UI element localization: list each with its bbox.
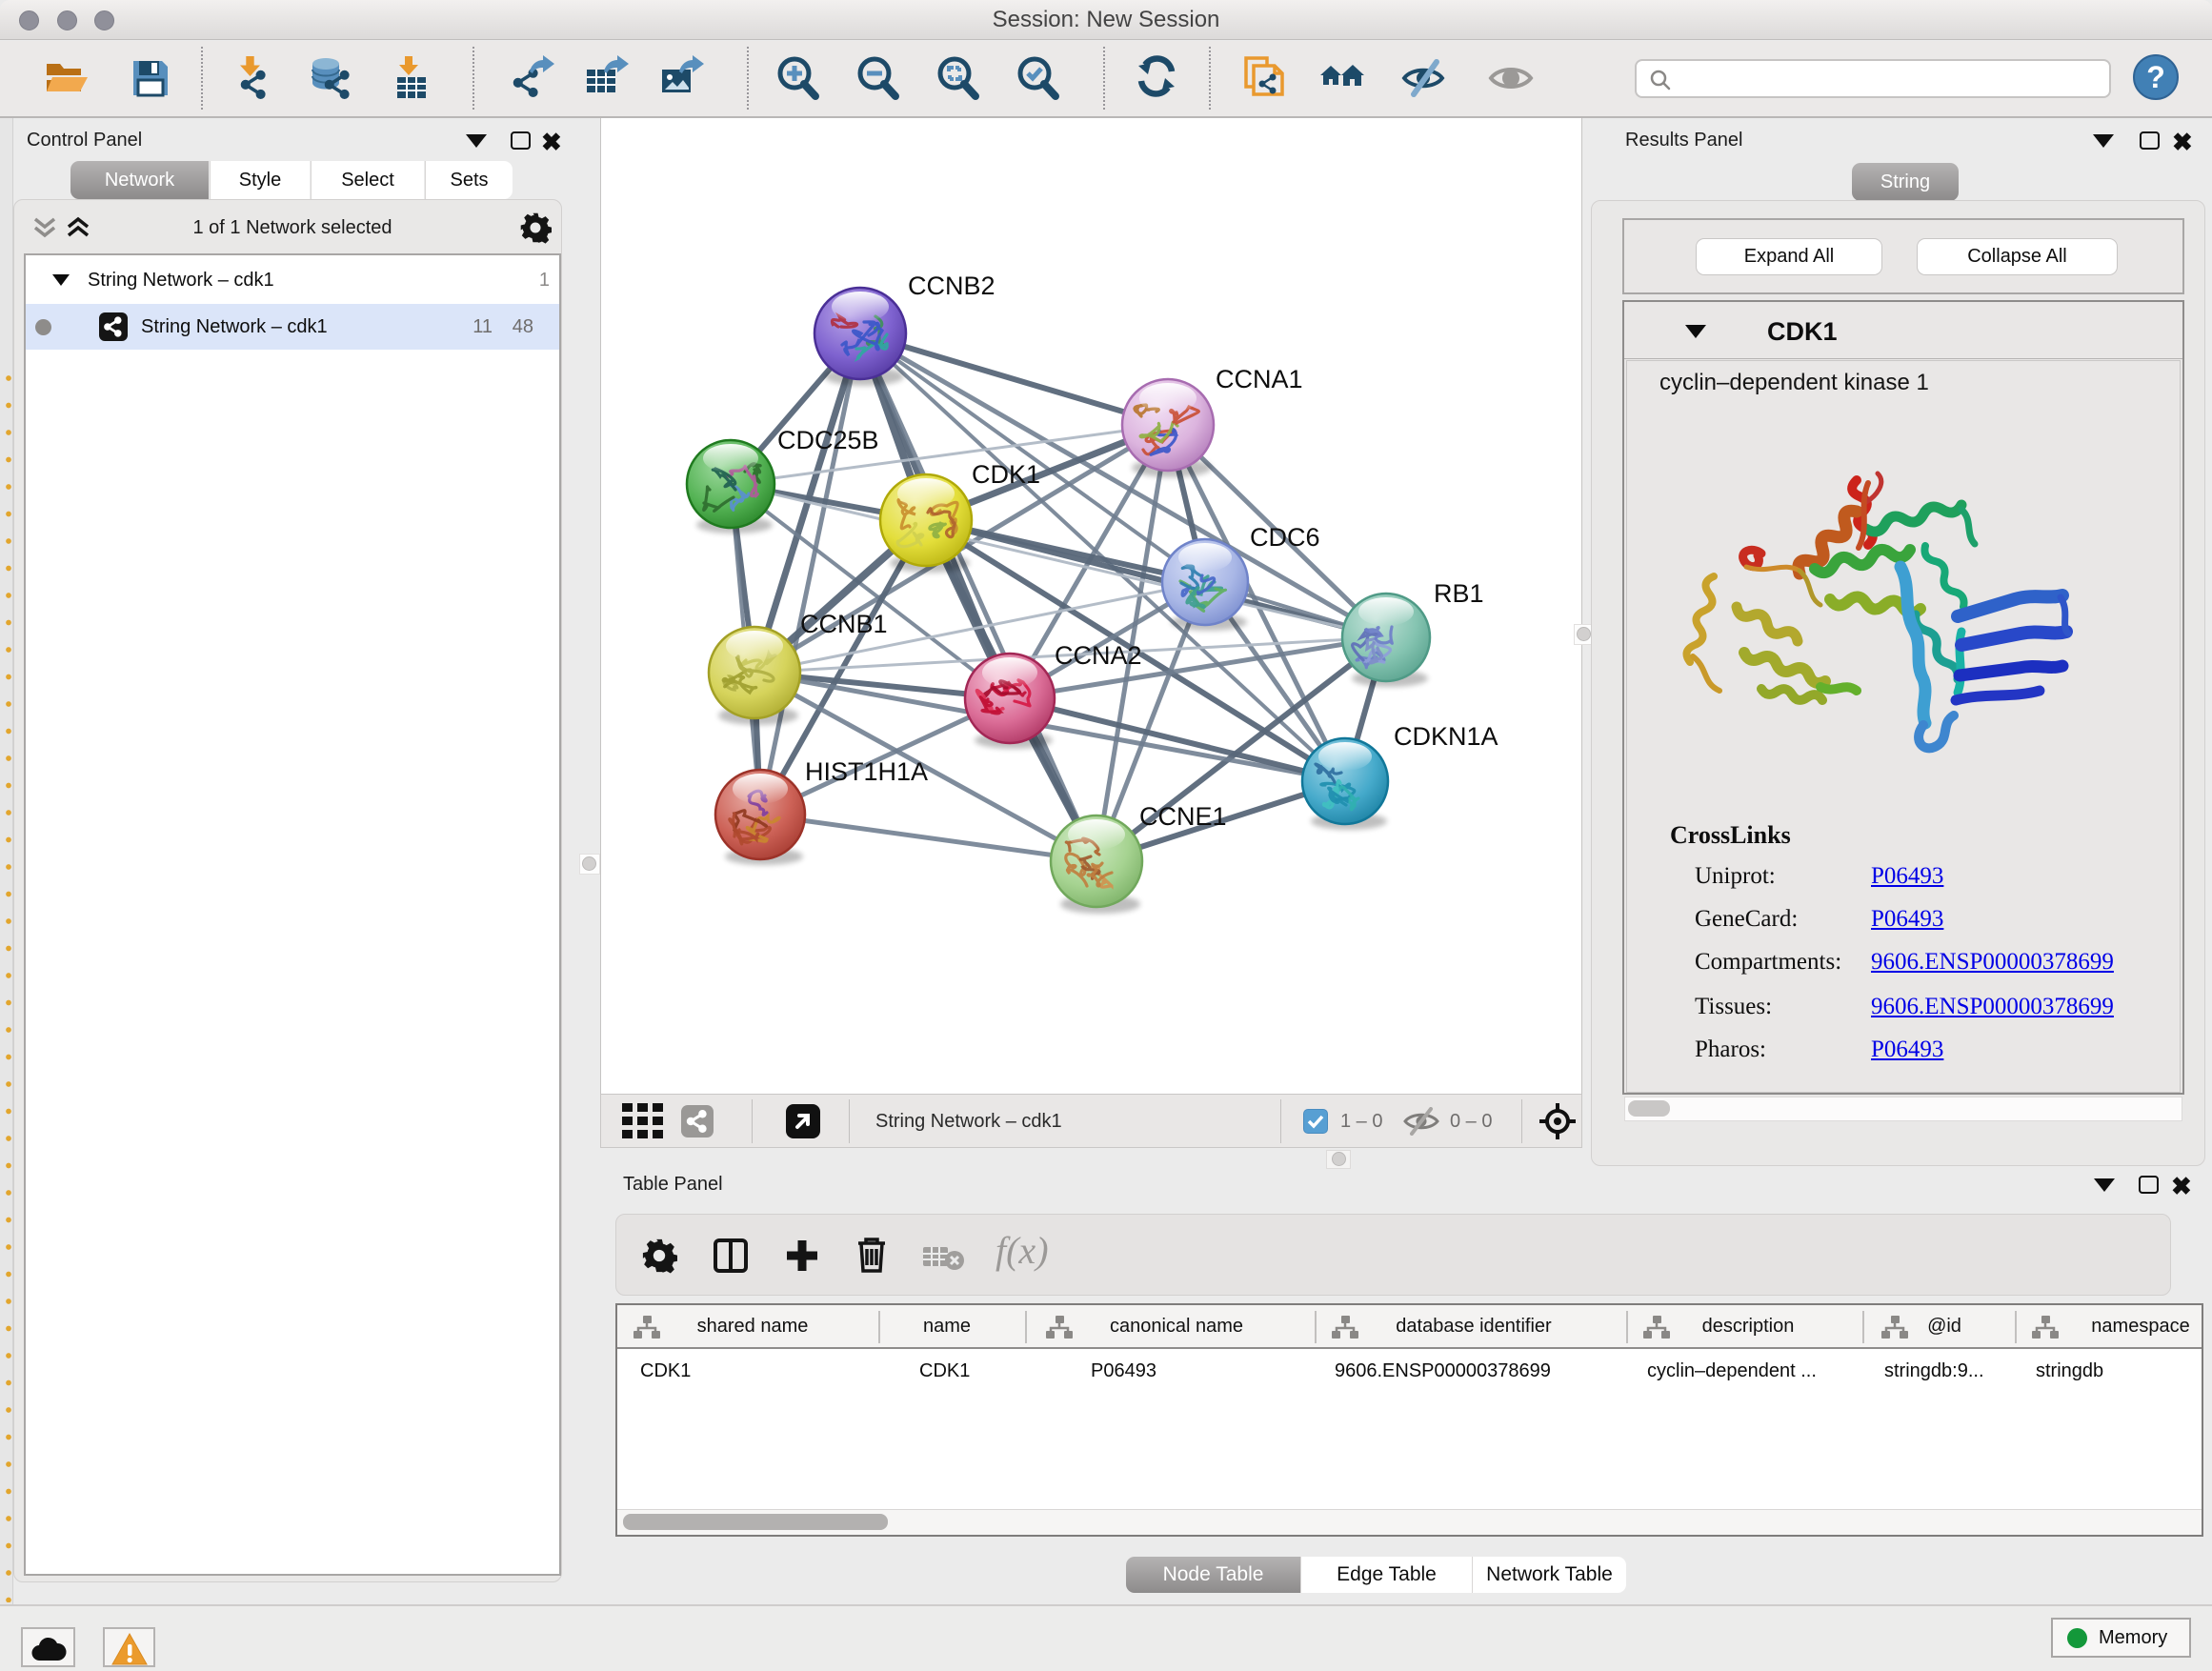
svg-text:CDKN1A: CDKN1A — [1394, 722, 1498, 751]
svg-text:CCNB2: CCNB2 — [908, 272, 995, 300]
svg-text:CCNB1: CCNB1 — [800, 610, 888, 638]
svg-text:HIST1H1A: HIST1H1A — [805, 757, 928, 786]
svg-text:CCNA1: CCNA1 — [1216, 365, 1303, 393]
svg-text:?: ? — [2146, 60, 2165, 94]
svg-text:CCNA2: CCNA2 — [1055, 641, 1142, 670]
svg-text:CDC25B: CDC25B — [777, 426, 879, 454]
svg-text:CDC6: CDC6 — [1250, 523, 1320, 552]
svg-text:CDK1: CDK1 — [972, 460, 1040, 489]
svg-text:RB1: RB1 — [1434, 579, 1484, 608]
svg-text:CCNE1: CCNE1 — [1139, 802, 1227, 831]
